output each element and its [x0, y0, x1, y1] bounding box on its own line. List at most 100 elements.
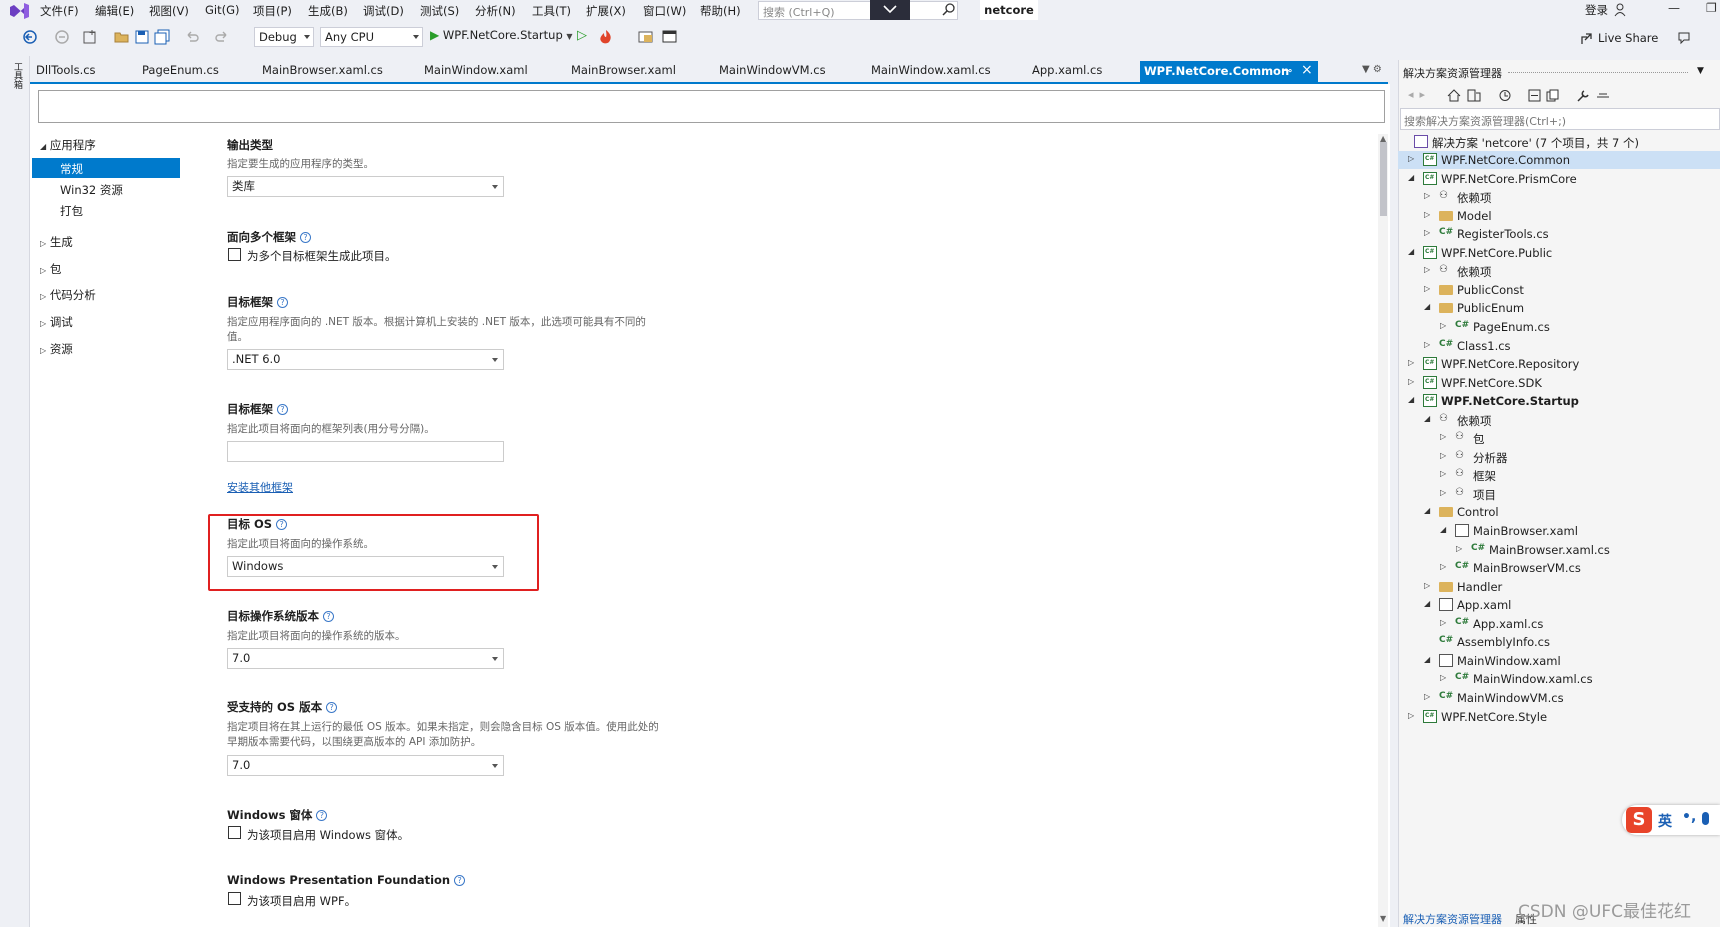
caret-closed-icon[interactable]: ▷ — [1424, 284, 1430, 293]
tab-solution-explorer[interactable]: 解决方案资源管理器 — [1403, 911, 1502, 927]
menu-item[interactable]: 生成(B) — [308, 3, 348, 19]
scroll-down-icon[interactable]: ▼ — [1380, 914, 1386, 923]
menu-item[interactable]: 调试(D) — [363, 3, 404, 19]
tree-node[interactable]: ▷ Handler — [1398, 578, 1720, 596]
ime-toolbar[interactable]: S 英 •, — [1622, 805, 1720, 835]
tab-mainbrowser-xaml-cs[interactable]: MainBrowser.xaml.cs — [262, 63, 383, 77]
caret-open-icon[interactable]: ◢ — [1408, 247, 1414, 256]
winforms-checkbox[interactable] — [228, 826, 241, 839]
caret-closed-icon[interactable]: ▷ — [1424, 581, 1430, 590]
tree-node[interactable]: ▷ C# MainWindow.xaml.cs — [1398, 670, 1720, 688]
nav-application[interactable]: ◢ 应用程序 — [40, 137, 96, 153]
caret-closed-icon[interactable]: ▷ — [1440, 673, 1446, 682]
tree-node[interactable]: ▷ WPF.NetCore.Style — [1398, 708, 1720, 726]
tab-mainwindowvm-cs[interactable]: MainWindowVM.cs — [719, 63, 826, 77]
tree-node[interactable]: ▷ WPF.NetCore.SDK — [1398, 374, 1720, 392]
configuration-select[interactable]: Debug — [254, 27, 314, 47]
new-project-icon[interactable] — [82, 29, 98, 45]
caret-open-icon[interactable]: ◢ — [1424, 302, 1430, 311]
help-icon[interactable]: ? — [276, 519, 288, 530]
nav-package[interactable]: ▷ 包 — [40, 261, 61, 277]
caret-closed-icon[interactable]: ▷ — [1440, 432, 1446, 441]
tree-node[interactable]: ▷ Model — [1398, 207, 1720, 225]
nav-code-analysis[interactable]: ▷ 代码分析 — [40, 287, 96, 303]
tree-node[interactable]: ◢ WPF.NetCore.Startup — [1398, 392, 1720, 410]
caret-closed-icon[interactable]: ▷ — [1424, 692, 1430, 701]
forward-icon[interactable] — [54, 29, 70, 45]
collapse-all-icon[interactable] — [1528, 89, 1542, 102]
help-icon[interactable]: ? — [277, 404, 288, 415]
tree-node[interactable]: ▷ C# MainBrowserVM.cs — [1398, 559, 1720, 577]
ime-mode-label[interactable]: 英 — [1658, 811, 1672, 831]
tree-node[interactable]: ▷ ⚇ 依赖项 — [1398, 188, 1720, 206]
help-icon[interactable]: ? — [326, 702, 338, 713]
sync-icon[interactable] — [1498, 89, 1512, 102]
menu-item[interactable]: 测试(S) — [420, 3, 459, 19]
supported-os-version-select[interactable]: 7.0 — [227, 755, 504, 776]
tab-mainbrowser-xaml[interactable]: MainBrowser.xaml — [571, 63, 676, 77]
caret-open-icon[interactable]: ◢ — [1440, 525, 1446, 534]
tree-node[interactable]: ▷ ⚇ 框架 — [1398, 466, 1720, 484]
panel-menu-icon[interactable]: ▼ — [1697, 66, 1704, 76]
tree-node[interactable]: ▷ WPF.NetCore.Repository — [1398, 355, 1720, 373]
caret-open-icon[interactable]: ◢ — [1408, 173, 1414, 182]
start-without-debugging-icon[interactable]: ▷ — [577, 28, 587, 43]
minimize-button[interactable]: — — [1668, 1, 1680, 15]
home-icon[interactable] — [1447, 89, 1461, 102]
login-link[interactable]: 登录 — [1585, 2, 1608, 18]
search-icon[interactable] — [942, 2, 956, 16]
punctuation-icon[interactable]: •, — [1682, 809, 1696, 825]
back-icon[interactable] — [22, 29, 38, 45]
tab-app-xaml-cs[interactable]: App.xaml.cs — [1032, 63, 1102, 77]
tree-node[interactable]: ▷ C# MainBrowser.xaml.cs — [1398, 541, 1720, 559]
redo-icon[interactable] — [214, 29, 230, 45]
platform-select[interactable]: Any CPU — [320, 27, 423, 47]
caret-closed-icon[interactable]: ▷ — [1408, 154, 1414, 163]
tree-node[interactable]: ▷ C# PageEnum.cs — [1398, 318, 1720, 336]
menu-item[interactable]: 帮助(H) — [700, 3, 741, 19]
help-icon[interactable]: ? — [323, 611, 334, 622]
help-icon[interactable]: ? — [277, 297, 288, 308]
caret-closed-icon[interactable]: ▷ — [1424, 340, 1430, 349]
tab-wpf-netcore-common[interactable]: WPF.NetCore.Common ⊸ × — [1140, 61, 1318, 82]
tree-node[interactable]: ◢ WPF.NetCore.PrismCore — [1398, 170, 1720, 188]
solution-node[interactable]: 解决方案 'netcore' (7 个项目，共 7 个) — [1398, 133, 1720, 151]
wpf-checkbox[interactable] — [228, 892, 241, 905]
install-frameworks-link[interactable]: 安装其他框架 — [227, 479, 293, 495]
switch-views-icon[interactable] — [1467, 89, 1481, 102]
tree-node[interactable]: ▷ C# MainWindowVM.cs — [1398, 689, 1720, 707]
nav-resources[interactable]: ▷ 资源 — [40, 341, 73, 357]
caret-closed-icon[interactable]: ▷ — [1440, 562, 1446, 571]
tree-node[interactable]: ▷ ⚇ 分析器 — [1398, 448, 1720, 466]
nav-debug[interactable]: ▷ 调试 — [40, 314, 73, 330]
nav-general[interactable]: 常规 — [32, 158, 180, 178]
target-os-version-select[interactable]: 7.0 — [227, 648, 504, 669]
caret-closed-icon[interactable]: ▷ — [1456, 544, 1462, 553]
menu-item[interactable]: 窗口(W) — [643, 3, 686, 19]
caret-closed-icon[interactable]: ▷ — [1424, 210, 1430, 219]
show-all-files-icon[interactable] — [1546, 89, 1560, 102]
caret-open-icon[interactable]: ◢ — [1424, 599, 1430, 608]
menu-item[interactable]: 工具(T) — [532, 3, 571, 19]
tree-node[interactable]: ▷ C# Class1.cs — [1398, 337, 1720, 355]
caret-open-icon[interactable]: ◢ — [1424, 655, 1430, 664]
help-icon[interactable]: ? — [316, 810, 328, 821]
tab-pageenum-cs[interactable]: PageEnum.cs — [142, 63, 219, 77]
restore-button[interactable]: ❐ — [1706, 1, 1717, 15]
tree-node[interactable]: ◢ MainWindow.xaml — [1398, 652, 1720, 670]
caret-closed-icon[interactable]: ▷ — [1440, 488, 1446, 497]
editor-scrollbar[interactable] — [1378, 134, 1388, 927]
caret-closed-icon[interactable]: ▷ — [1408, 358, 1414, 367]
nav-packaging[interactable]: 打包 — [60, 203, 83, 219]
pin-icon[interactable]: ⊸ — [1283, 64, 1292, 77]
tree-node[interactable]: ◢ App.xaml — [1398, 596, 1720, 614]
search-dropdown-button[interactable] — [870, 0, 910, 20]
tab-mainwindow-xaml-cs[interactable]: MainWindow.xaml.cs — [871, 63, 991, 77]
tree-node[interactable]: ▷ C# RegisterTools.cs — [1398, 225, 1720, 243]
caret-closed-icon[interactable]: ▷ — [1424, 191, 1430, 200]
microphone-icon[interactable] — [1702, 812, 1709, 825]
tree-node[interactable]: ▷ C# App.xaml.cs — [1398, 615, 1720, 633]
window-layout-icon[interactable] — [662, 29, 678, 45]
solution-explorer-search-input[interactable]: 搜索解决方案资源管理器(Ctrl+;) — [1400, 108, 1720, 130]
feedback-icon[interactable] — [1676, 30, 1692, 46]
